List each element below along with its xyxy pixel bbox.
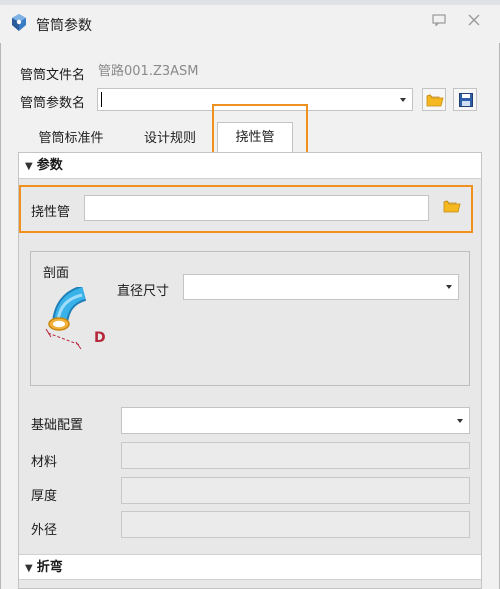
save-button[interactable] — [453, 88, 477, 111]
window-title: 管筒参数 — [36, 18, 92, 34]
flex-tube-label: 挠性管 — [31, 205, 71, 220]
dropdown-arrow-icon — [446, 285, 452, 289]
bend-section-header[interactable]: ▼ 折弯 — [19, 554, 481, 580]
tab-design-rules[interactable]: 设计规则 — [132, 126, 208, 152]
save-icon — [459, 93, 473, 107]
file-name-label: 管筒文件名 — [20, 68, 86, 83]
collapse-triangle-icon: ▼ — [25, 161, 33, 172]
outer-diameter-field — [121, 511, 470, 538]
flex-tube-diagram — [42, 285, 120, 355]
profile-groupbox-label: 剖面 — [40, 262, 73, 281]
file-name-value: 管路001.Z3ASM — [98, 64, 199, 79]
pin-icon[interactable] — [430, 14, 448, 32]
material-label: 材料 — [31, 455, 58, 470]
diameter-size-label: 直径尺寸 — [117, 284, 170, 299]
flex-tube-folder-button[interactable] — [443, 199, 463, 217]
collapse-triangle-icon: ▼ — [25, 563, 33, 574]
close-icon[interactable] — [465, 14, 483, 32]
folder-open-icon — [426, 94, 444, 107]
dropdown-arrow-icon — [400, 97, 406, 102]
text-cursor — [101, 92, 102, 107]
base-config-label: 基础配置 — [31, 418, 84, 433]
open-folder-button[interactable] — [422, 88, 446, 111]
thickness-label: 厚度 — [31, 489, 58, 504]
params-section-title: 参数 — [36, 158, 63, 173]
tab-standard-parts[interactable]: 管筒标准件 — [28, 126, 114, 152]
dropdown-arrow-icon — [457, 418, 463, 423]
base-config-combo[interactable] — [121, 407, 470, 434]
outer-diameter-label: 外径 — [31, 523, 58, 538]
material-field — [121, 442, 470, 469]
thickness-field — [121, 477, 470, 504]
flex-tube-input[interactable] — [84, 195, 429, 221]
diameter-size-combo[interactable] — [183, 274, 459, 300]
diameter-marker-label: D — [94, 330, 106, 346]
folder-open-icon — [443, 200, 461, 213]
params-section-header[interactable]: ▼ 参数 — [19, 153, 481, 179]
bend-section-title: 折弯 — [36, 560, 63, 575]
app-logo-icon — [9, 13, 29, 33]
param-name-label: 管筒参数名 — [20, 96, 86, 111]
